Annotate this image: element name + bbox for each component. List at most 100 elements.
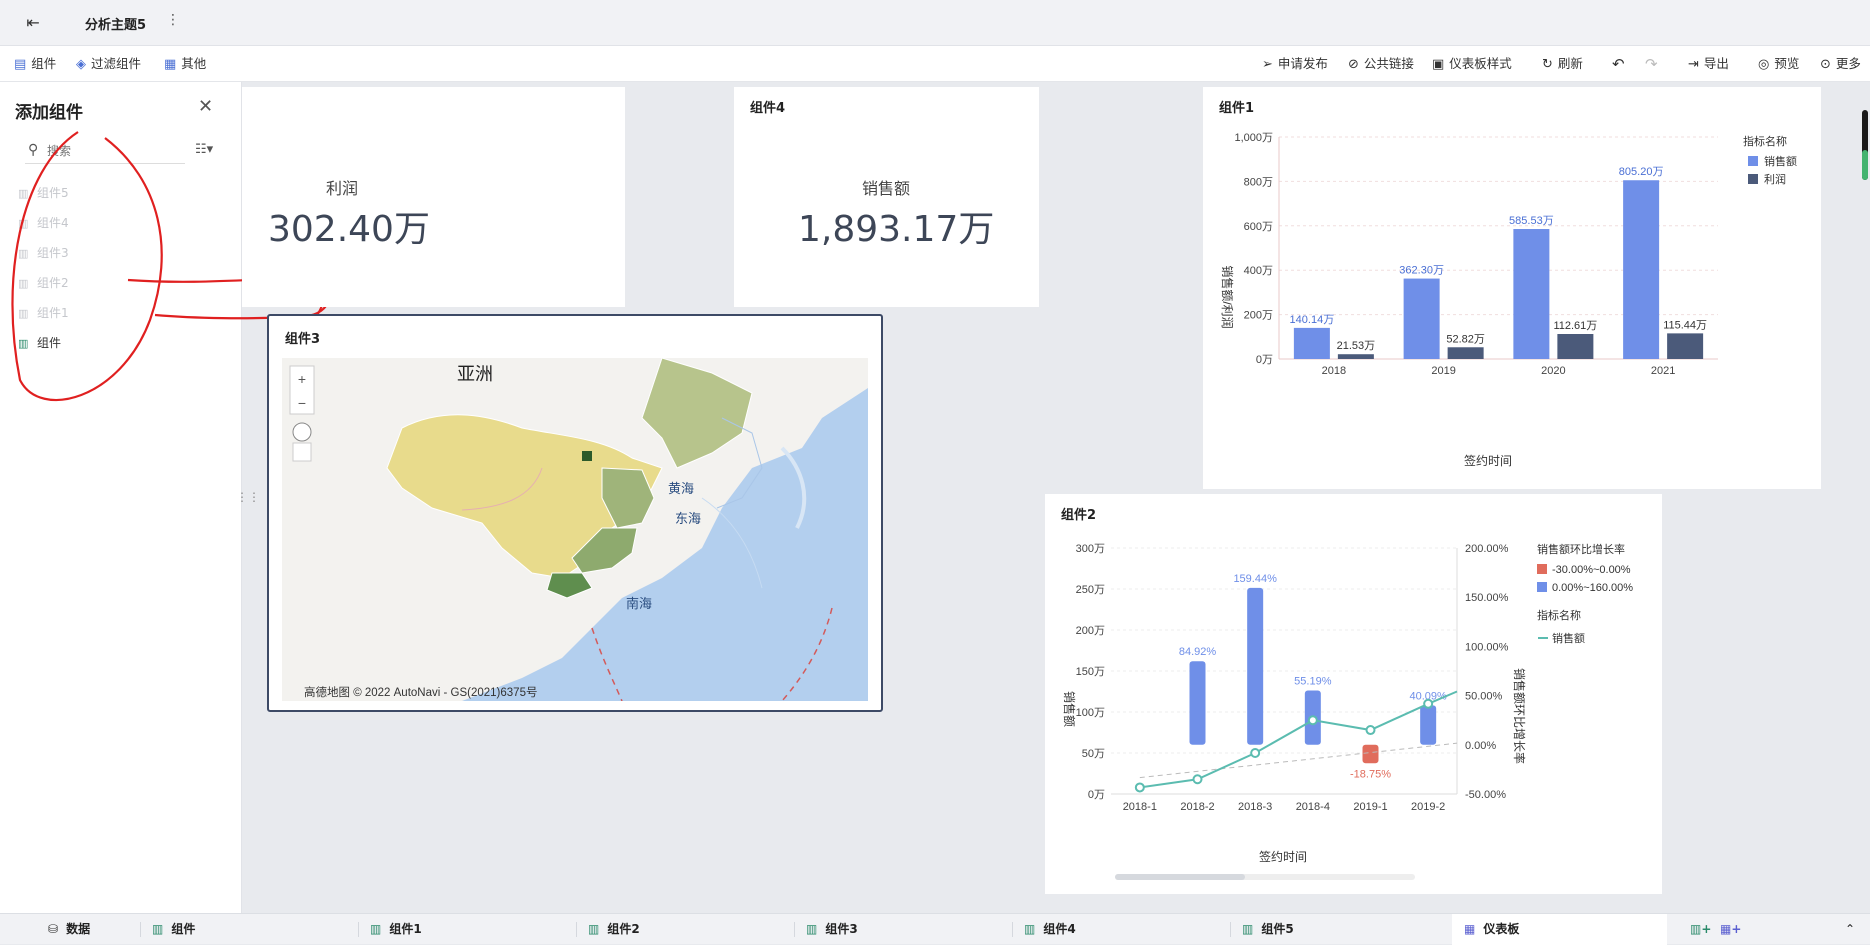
list-item[interactable]: ▥ 组件4	[18, 208, 69, 238]
x-tick-label: 2019-1	[1353, 801, 1387, 813]
y-tick-label-right: 200.00%	[1465, 543, 1509, 555]
add-chart-icon[interactable]: ▥+	[1690, 914, 1711, 945]
tb-preview[interactable]: ◎ 预览	[1758, 46, 1799, 82]
more-menu-icon[interactable]: ⋮	[166, 12, 180, 28]
y-axis-title: 销售额/利润	[1220, 265, 1235, 328]
x-tick-label: 2018-3	[1238, 801, 1272, 813]
tab-component[interactable]: ▥ 组件	[152, 914, 195, 945]
chart-icon: ▥	[18, 277, 29, 290]
y-tick-label-right: 0.00%	[1465, 740, 1496, 752]
trend-line	[1139, 742, 1458, 779]
bar	[1337, 354, 1374, 359]
tb-export[interactable]: ⇥ 导出	[1688, 46, 1729, 82]
data-label: 140.14万	[1290, 314, 1335, 326]
tb-other[interactable]: ▦ 其他	[164, 46, 206, 82]
map-card[interactable]: 组件3 + − 亚洲 黄海 东海 南海 高德地图 © 2022 AutoNavi…	[267, 314, 883, 712]
list-item[interactable]: ▥ 组件1	[18, 298, 69, 328]
bar	[1557, 334, 1594, 359]
data-label: 84.92%	[1179, 646, 1217, 658]
tb-dashboard-style[interactable]: ▣ 仪表板样式	[1432, 46, 1512, 82]
bar	[1189, 661, 1206, 745]
tab-component4[interactable]: ▥ 组件4	[1024, 914, 1076, 945]
component-icon: ▤	[14, 57, 27, 72]
tab-component2[interactable]: ▥ 组件2	[588, 914, 640, 945]
y-tick-label: 800万	[1244, 176, 1273, 188]
exit-icon[interactable]: ⇤	[22, 12, 44, 34]
analysis-title[interactable]: 分析主题5	[85, 14, 146, 33]
chart-icon: ▥	[152, 922, 164, 936]
data-label: 362.30万	[1399, 265, 1444, 277]
tab-component5[interactable]: ▥ 组件5	[1242, 914, 1294, 945]
chart-card-component2[interactable]: 组件2 销售额环比增长率 -30.00%~0.00% 0.00%~160.00%…	[1045, 494, 1662, 894]
filter-sort-icon[interactable]: ☷▾	[195, 142, 213, 157]
y-tick-label: 150万	[1076, 666, 1105, 678]
chart-icon: ▥	[588, 922, 600, 936]
list-item[interactable]: ▥ 组件3	[18, 238, 69, 268]
tab-data[interactable]: ⛁ 数据	[48, 914, 90, 945]
bar	[1447, 347, 1484, 359]
chart-icon: ▥	[18, 187, 29, 200]
legend-swatch	[1748, 174, 1758, 184]
kpi-value: 1,893.17万	[798, 209, 995, 250]
data-label: 115.44万	[1663, 319, 1707, 331]
collapse-icon[interactable]: ⌃	[1845, 914, 1855, 945]
tab-component1[interactable]: ▥ 组件1	[370, 914, 422, 945]
x-tick-label: 2018-1	[1123, 801, 1157, 813]
chart-icon: ▥	[18, 217, 29, 230]
data-label: 112.61万	[1553, 320, 1597, 332]
more-icon: ⊙	[1820, 57, 1831, 72]
kpi-label: 利润	[326, 179, 359, 198]
y-tick-label: 1,000万	[1234, 132, 1273, 144]
list-item[interactable]: ▥ 组件5	[18, 178, 69, 208]
tb-refresh[interactable]: ↻ 刷新	[1542, 46, 1583, 82]
undo-icon[interactable]: ↶	[1612, 46, 1625, 82]
style-icon: ▣	[1432, 57, 1445, 72]
scrollbar-thumb[interactable]	[1115, 874, 1245, 880]
x-tick-label: 2019	[1431, 365, 1455, 377]
legend-swatch	[1748, 156, 1758, 166]
tb-component[interactable]: ▤ 组件	[14, 46, 56, 82]
list-item[interactable]: ▥ 组件2	[18, 268, 69, 298]
data-label: 52.82万	[1446, 333, 1485, 345]
search-box[interactable]: ⚲	[25, 140, 185, 164]
bar	[1667, 333, 1704, 359]
tb-public-link[interactable]: ⊘ 公共链接	[1348, 46, 1414, 82]
tb-filter-component[interactable]: ◈ 过滤组件	[76, 46, 141, 82]
drag-handle-icon[interactable]: ⋮⋮	[236, 490, 260, 504]
data-label: 21.53万	[1337, 340, 1376, 352]
chart-icon: ▥	[18, 247, 29, 260]
map-zoom-controls[interactable]: + −	[289, 365, 315, 462]
kpi-card-sales[interactable]: 组件4 销售额 1,893.17万	[734, 87, 1039, 307]
combo-chart: 销售额环比增长率 -30.00%~0.00% 0.00%~160.00% 指标名…	[1062, 542, 1633, 880]
legend-label: 销售额	[1764, 154, 1797, 168]
add-dashboard-icon[interactable]: ▦+	[1720, 914, 1741, 945]
tab-component3[interactable]: ▥ 组件3	[806, 914, 858, 945]
bar	[1362, 744, 1379, 764]
map-attribution: 高德地图 © 2022 AutoNavi - GS(2021)6375号	[304, 685, 537, 699]
list-item[interactable]: ▥ 组件	[18, 328, 69, 358]
tb-more[interactable]: ⊙ 更多	[1820, 46, 1861, 82]
kpi-label: 销售额	[862, 179, 911, 198]
refresh-icon: ↻	[1542, 57, 1553, 72]
page-scrollbar-thumb[interactable]	[1862, 150, 1868, 180]
china-map[interactable]: + − 亚洲 黄海 东海 南海 高德地图 © 2022 AutoNavi - G…	[282, 358, 868, 701]
bar	[1513, 229, 1550, 359]
tab-dashboard[interactable]: ▦ 仪表板	[1452, 914, 1667, 945]
y-tick-label: 200万	[1244, 310, 1273, 322]
link-icon: ⊘	[1348, 57, 1359, 72]
tb-apply-publish[interactable]: ➢ 申请发布	[1262, 46, 1328, 82]
map-label-asia: 亚洲	[457, 364, 493, 384]
chart-card-component1[interactable]: 组件1 指标名称 销售额 利润 签约时间 销售额/利润 0万 200万 400万 60…	[1203, 87, 1821, 489]
kpi-card-profit[interactable]: 利润 302.40万	[242, 87, 625, 307]
legend-title: 指标名称	[1537, 608, 1581, 622]
close-icon[interactable]: ✕	[198, 96, 213, 117]
y-axis-title-right: 销售额环比增长率	[1512, 668, 1527, 764]
database-icon: ⛁	[48, 922, 59, 936]
search-input[interactable]	[47, 141, 177, 161]
bar	[1293, 327, 1330, 359]
card-title: 组件4	[750, 101, 786, 116]
x-tick-label: 2019-2	[1411, 801, 1445, 813]
redo-icon[interactable]: ↷	[1645, 46, 1658, 82]
bar-chart: 指标名称 销售额 利润 签约时间 销售额/利润 0万 200万 400万 600万 80…	[1220, 132, 1797, 468]
map-label-south-sea: 南海	[626, 596, 652, 611]
